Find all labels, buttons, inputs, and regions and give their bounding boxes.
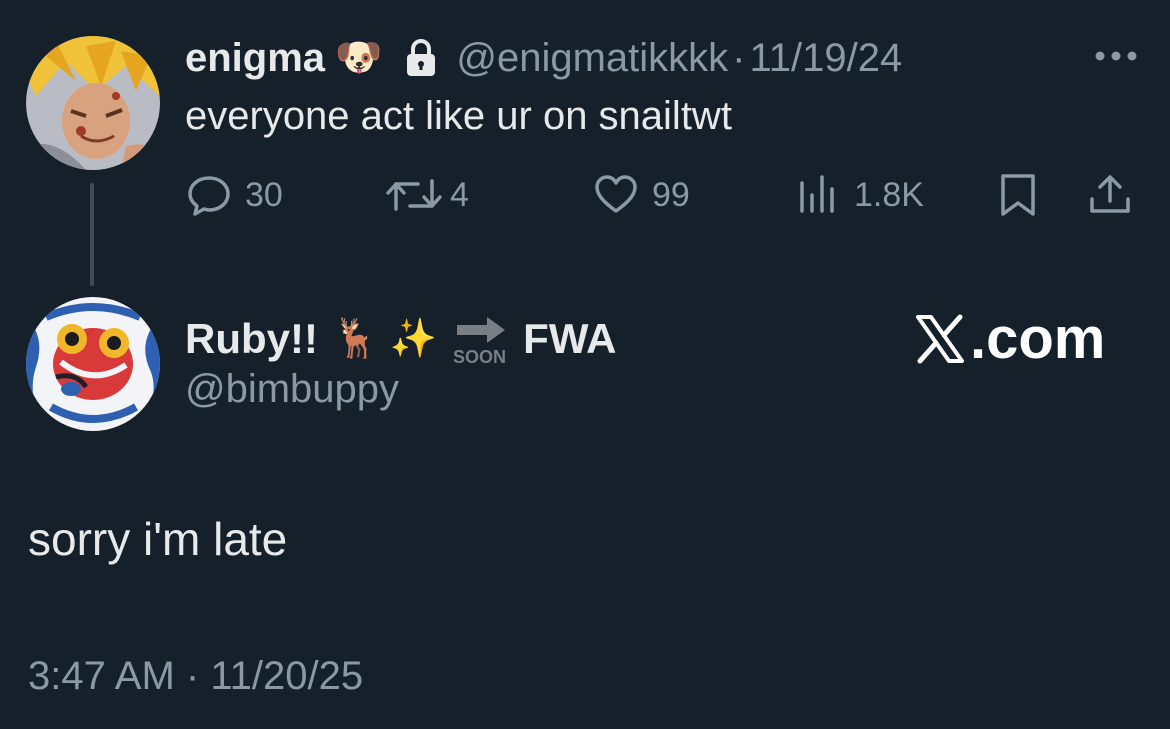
share-button[interactable]	[1086, 170, 1134, 220]
tweet1-handle[interactable]: @enigmatikkkk	[456, 36, 728, 81]
lock-icon	[404, 38, 438, 78]
tweet1-display-name[interactable]: enigma	[185, 36, 325, 81]
tweet2-handle[interactable]: @bimbuppy	[185, 367, 399, 412]
share-icon	[1090, 175, 1130, 213]
bookmark-button[interactable]	[994, 170, 1042, 220]
like-count: 99	[652, 175, 690, 214]
tweet2-name-suffix: FWA	[523, 315, 617, 362]
views-button[interactable]: 1.8K	[794, 170, 924, 220]
tweet2-time: 3:47 AM	[28, 654, 175, 698]
thread-connector-line	[90, 183, 94, 286]
x-com-text: .com	[970, 306, 1106, 371]
tweet1-header: enigma 🐶 @enigmatikkkk · 11/19/24	[185, 30, 902, 86]
deer-sparkles-emoji: 🦌 ✨	[331, 318, 438, 360]
tweet2-timestamp[interactable]: 3:47 AM · 11/20/25	[28, 654, 363, 699]
dog-face-emoji: 🐶	[335, 37, 383, 79]
views-count: 1.8K	[854, 175, 924, 214]
screenshot: enigma 🐶 @enigmatikkkk · 11/19/24 everyo…	[0, 0, 1170, 729]
bookmark-icon	[1001, 174, 1035, 216]
reply-button[interactable]: 30	[185, 170, 283, 220]
soon-arrow-icon: SOON	[451, 313, 513, 367]
views-icon	[800, 175, 834, 213]
x-com-watermark: .com	[914, 305, 1105, 372]
tweet2-text: sorry i'm late	[28, 513, 288, 565]
retweet-icon	[386, 179, 442, 211]
like-icon	[595, 175, 637, 213]
tweet2-separator: ·	[185, 654, 200, 698]
tweet1-text: everyone act like ur on snailtwt	[185, 94, 732, 138]
soon-label: SOON	[453, 347, 506, 365]
tweet2-display-name[interactable]: Ruby!!	[185, 315, 318, 363]
tweet1-date[interactable]: 11/19/24	[750, 36, 903, 81]
retweet-button[interactable]: 4	[384, 170, 469, 220]
tweet2-date: 11/20/25	[210, 654, 364, 698]
like-button[interactable]: 99	[592, 170, 690, 220]
avatar-enigma[interactable]	[26, 36, 160, 170]
reply-count: 30	[245, 175, 283, 214]
retweet-count: 4	[450, 175, 469, 214]
x-logo-icon	[916, 314, 964, 363]
tweet2-name-row: Ruby!! 🦌 ✨ SOON FWA	[185, 304, 616, 374]
reply-icon	[188, 176, 230, 216]
tweet1-separator: ·	[732, 35, 746, 80]
more-icon[interactable]	[1092, 48, 1140, 64]
avatar-ruby[interactable]	[26, 297, 160, 431]
